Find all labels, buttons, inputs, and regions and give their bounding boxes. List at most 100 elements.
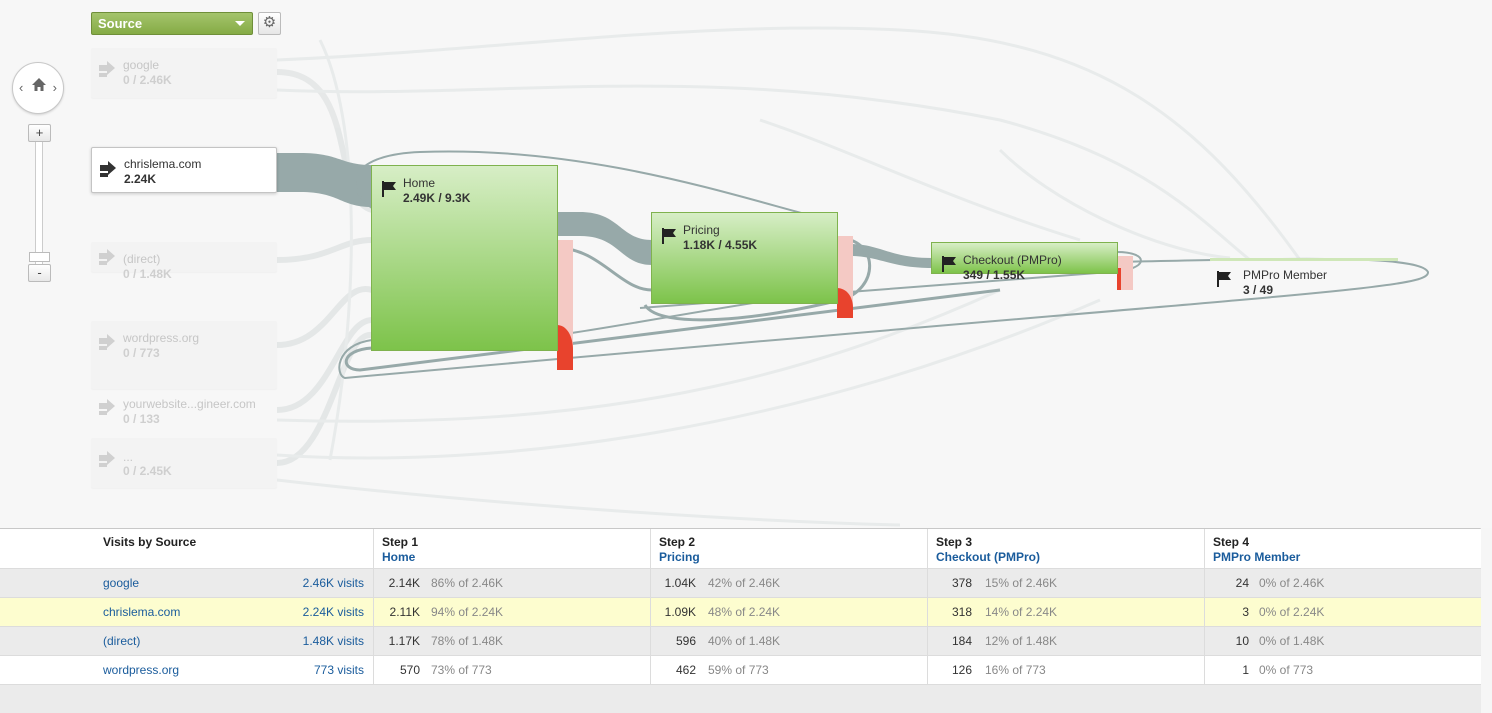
table-row[interactable]: [0, 684, 1481, 713]
dimension-selector[interactable]: Source: [91, 12, 253, 35]
step-percent: 0% of 773: [1259, 663, 1314, 677]
step-link[interactable]: Checkout (PMPro): [936, 550, 1040, 564]
source-count: 0 / 133: [123, 412, 160, 426]
step-name: Pricing: [683, 223, 720, 237]
pan-right-icon[interactable]: ›: [53, 80, 57, 95]
table-row[interactable]: google 2.46K visits 2.14K 86% of 2.46K 1…: [0, 568, 1481, 598]
zoom-in-button[interactable]: +: [28, 124, 51, 142]
step-value: 1.04K: [664, 576, 696, 590]
step-3-header: Step 3 Checkout (PMPro): [927, 529, 1204, 568]
step-value: 126: [951, 663, 972, 677]
flag-icon: [382, 181, 396, 197]
step-percent: 14% of 2.24K: [985, 605, 1058, 619]
arrow-right-icon: [99, 61, 115, 77]
step-name: Checkout (PMPro): [963, 253, 1062, 267]
chevron-down-icon: [235, 21, 245, 26]
step-percent: 94% of 2.24K: [431, 605, 504, 619]
step-label: Step 4: [1213, 535, 1250, 549]
source-count: 0 / 1.48K: [123, 267, 172, 281]
source-count: 0 / 2.46K: [123, 73, 172, 87]
step-percent: 48% of 2.24K: [708, 605, 781, 619]
arrow-right-icon: [100, 161, 116, 177]
zoom-out-button[interactable]: -: [28, 264, 51, 282]
zoom-slider-track[interactable]: [35, 140, 43, 266]
source-link[interactable]: chrislema.com: [103, 598, 180, 627]
step-count: 3 / 49: [1243, 283, 1274, 297]
source-name: chrislema.com: [124, 157, 202, 171]
settings-button[interactable]: ⚙: [258, 12, 281, 35]
step-percent: 0% of 2.46K: [1259, 576, 1325, 590]
source-node-yourwebsite[interactable]: yourwebsite...gineer.com 0 / 133: [91, 392, 277, 428]
source-node-wordpress[interactable]: wordpress.org 0 / 773: [91, 321, 277, 389]
step-value: 318: [951, 605, 972, 619]
step-count: 349 / 1.55K: [963, 268, 1026, 282]
visits-link[interactable]: 773 visits: [250, 656, 364, 685]
source-node-chrislema[interactable]: chrislema.com 2.24K: [91, 147, 277, 193]
zoom-slider-handle[interactable]: [29, 252, 50, 262]
step-label: Step 2: [659, 535, 696, 549]
step-value: 24: [1235, 576, 1249, 590]
step-value: 184: [951, 634, 972, 648]
flow-canvas[interactable]: Source ⚙ ‹ › + - google 0 / 2.46K chrisl…: [0, 0, 1492, 528]
table-row[interactable]: chrislema.com 2.24K visits 2.11K 94% of …: [0, 597, 1481, 627]
flag-icon: [1217, 271, 1231, 287]
flag-icon: [662, 228, 676, 244]
step-1-header: Step 1 Home: [373, 529, 650, 568]
source-name: google: [123, 58, 160, 72]
step-node-checkout[interactable]: Checkout (PMPro) 349 / 1.55K: [931, 242, 1118, 282]
pan-control[interactable]: ‹ ›: [12, 62, 64, 114]
source-name: (direct): [123, 252, 161, 266]
step-name: Home: [403, 176, 436, 190]
step-percent: 0% of 1.48K: [1259, 634, 1325, 648]
gear-icon: ⚙: [262, 14, 277, 31]
visits-link[interactable]: 2.24K visits: [250, 598, 364, 627]
step-node-pricing[interactable]: Pricing 1.18K / 4.55K: [651, 212, 838, 304]
source-name: ...: [123, 450, 134, 464]
step-value: 1.17K: [388, 634, 420, 648]
step-value: 378: [951, 576, 972, 590]
source-name: yourwebsite...gineer.com: [123, 397, 256, 411]
step-count: 1.18K / 4.55K: [683, 238, 758, 252]
step-percent: 78% of 1.48K: [431, 634, 504, 648]
visits-table: Visits by Source Step 1 Home Step 2 Pric…: [0, 528, 1481, 713]
step-value: 462: [675, 663, 696, 677]
home-icon[interactable]: [30, 76, 48, 94]
step-name: PMPro Member: [1243, 268, 1328, 282]
step-value: 3: [1242, 605, 1249, 619]
table-row[interactable]: wordpress.org 773 visits 570 73% of 773 …: [0, 655, 1481, 685]
step-percent: 59% of 773: [708, 663, 769, 677]
pan-left-icon[interactable]: ‹: [19, 80, 23, 95]
step-link[interactable]: Pricing: [659, 550, 700, 564]
step-value: 570: [399, 663, 420, 677]
table-header: Visits by Source Step 1 Home Step 2 Pric…: [0, 529, 1481, 568]
source-link[interactable]: wordpress.org: [103, 656, 179, 685]
step-count: 2.49K / 9.3K: [403, 191, 471, 205]
table-row[interactable]: (direct) 1.48K visits 1.17K 78% of 1.48K…: [0, 626, 1481, 656]
source-count: 0 / 2.45K: [123, 464, 172, 478]
step-node-home[interactable]: Home 2.49K / 9.3K: [371, 165, 558, 351]
step-percent: 12% of 1.48K: [985, 634, 1058, 648]
source-node-direct[interactable]: (direct) 0 / 1.48K: [91, 242, 277, 281]
source-link[interactable]: google: [103, 569, 139, 598]
step-node-pmpro-member[interactable]: PMPro Member 3 / 49: [1210, 258, 1398, 300]
source-node-google[interactable]: google 0 / 2.46K: [91, 48, 277, 98]
source-link[interactable]: (direct): [103, 627, 140, 656]
arrow-right-icon: [99, 399, 115, 415]
step-link[interactable]: Home: [382, 550, 415, 564]
step-value: 2.11K: [389, 605, 420, 619]
source-count: 0 / 773: [123, 346, 160, 360]
arrow-right-icon: [99, 451, 115, 467]
source-name: wordpress.org: [123, 331, 200, 345]
visits-link[interactable]: 2.46K visits: [250, 569, 364, 598]
source-node-other[interactable]: ... 0 / 2.45K: [91, 438, 277, 488]
step-2-header: Step 2 Pricing: [650, 529, 927, 568]
visits-link[interactable]: 1.48K visits: [250, 627, 364, 656]
step-value: 10: [1235, 634, 1249, 648]
step-percent: 15% of 2.46K: [985, 576, 1058, 590]
step-value: 1.09K: [664, 605, 696, 619]
arrow-right-icon: [99, 334, 115, 350]
step-link[interactable]: PMPro Member: [1213, 550, 1300, 564]
step-percent: 42% of 2.46K: [708, 576, 781, 590]
step-percent: 40% of 1.48K: [708, 634, 781, 648]
step-value: 1: [1242, 663, 1249, 677]
